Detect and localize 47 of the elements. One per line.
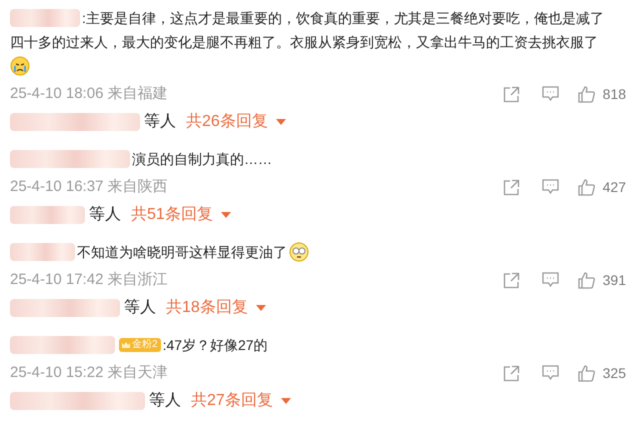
caret-down-icon [256, 305, 266, 311]
comment-icon[interactable] [542, 365, 559, 381]
caret-down-icon [280, 398, 291, 404]
comment-location: 来自天津 [107, 362, 168, 383]
crown-icon [122, 341, 130, 349]
thumbs-up-icon[interactable] [578, 178, 595, 196]
comment-icon[interactable] [542, 272, 559, 288]
comment-date: 25-4-10 17:42 [10, 270, 104, 290]
comment-text: 四十多的过来人，最大的变化是腿不再粗了。衣服从紧身到宽松，又拿出牛马的工资去挑衣服了 [10, 32, 598, 52]
replies-by-text: 等人 [124, 298, 156, 318]
like-count: 427 [602, 178, 626, 196]
comment-text: :47岁？好像27的 [162, 336, 268, 354]
share-icon[interactable] [502, 86, 520, 102]
share-icon[interactable] [502, 272, 520, 288]
dizzy-face-icon [289, 242, 309, 262]
like-count: 391 [602, 270, 626, 290]
replies-by-text: 等人 [89, 205, 121, 225]
like-count: 325 [602, 364, 626, 382]
blurred-name [10, 9, 80, 27]
replies-toggle[interactable]: 共51条回复 [131, 203, 231, 227]
replies-by-text: 等人 [144, 112, 176, 132]
blurred-name [10, 243, 75, 261]
comment-text: :主要是自律，这点才是最重要的，饮食真的重要，尤其是三餐绝对要吃，俺也是减了 [82, 8, 604, 28]
fan-badge: 金粉2 [119, 338, 161, 352]
replies-toggle[interactable]: 共27条回复 [191, 389, 291, 413]
comment-icon[interactable] [542, 179, 559, 195]
comment-icon[interactable] [542, 86, 559, 102]
comment-date: 25-4-10 15:22 [10, 362, 104, 383]
comment-location: 来自陕西 [107, 176, 168, 197]
comment-date: 25-4-10 18:06 [10, 84, 104, 104]
caret-down-icon [276, 119, 286, 125]
comment-text: 演员的自制力真的…… [132, 150, 272, 168]
caret-down-icon [220, 212, 231, 218]
comment-location: 来自福建 [107, 84, 168, 104]
comment-date: 25-4-10 16:37 [10, 176, 104, 197]
like-count: 818 [602, 84, 626, 104]
crying-face-icon [10, 56, 30, 76]
replies-by-text: 等人 [149, 391, 181, 411]
comment-text: 不知道为啥晓明哥这样显得更油了 [77, 242, 287, 262]
thumbs-up-icon[interactable] [578, 364, 595, 382]
replies-toggle[interactable]: 共18条回复 [166, 296, 266, 320]
share-icon[interactable] [502, 364, 520, 382]
comment-location: 来自浙江 [107, 270, 168, 290]
replies-toggle[interactable]: 共26条回复 [186, 110, 286, 134]
share-icon[interactable] [502, 178, 520, 196]
thumbs-up-icon[interactable] [578, 272, 595, 288]
thumbs-up-icon[interactable] [578, 86, 595, 102]
